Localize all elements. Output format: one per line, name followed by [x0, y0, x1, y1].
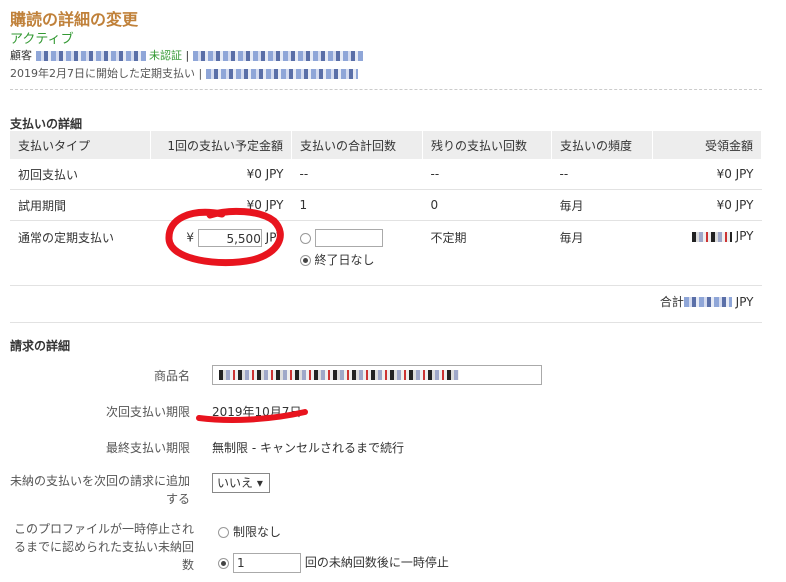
- total-label: 合計: [659, 294, 684, 309]
- no-end-radio[interactable]: [299, 255, 311, 266]
- header-divider: [10, 89, 762, 90]
- col-total-count: 支払いの合計回数: [291, 131, 423, 159]
- separator: |: [185, 49, 190, 62]
- product-name-input[interactable]: [212, 365, 542, 385]
- customer-line: 顧客 未認証 |: [10, 47, 363, 63]
- payment-table: 支払いタイプ 1回の支払い予定金額 支払いの合計回数 残りの支払い回数 支払いの…: [10, 131, 762, 316]
- started-text: 2019年2月7日に開始した定期支払い: [10, 67, 195, 80]
- no-limit-option: 制限なし: [218, 523, 281, 540]
- customer-label: 顧客: [10, 49, 32, 62]
- started-line: 2019年2月7日に開始した定期支払い |: [10, 65, 358, 81]
- section-divider: [10, 322, 762, 323]
- col-frequency: 支払いの頻度: [551, 131, 653, 159]
- suspend-suffix: 回の未納回数後に一時停止: [304, 555, 449, 570]
- last-payment-label: 最終支払い期限: [105, 441, 190, 455]
- no-limit-label: 制限なし: [233, 525, 282, 539]
- unverified-badge: 未認証: [149, 49, 182, 62]
- suspend-label: このプロファイルが一時停止されるまでに認められた支払い未納回数: [13, 522, 194, 572]
- suspend-count-option: 1 回の未納回数後に一時停止: [218, 553, 449, 573]
- redacted-customer-name: [35, 51, 146, 61]
- add-unpaid-select[interactable]: いいえ ▾: [212, 473, 270, 493]
- last-payment-value: 無制限 - キャンセルされるまで続行: [212, 441, 404, 455]
- redacted-total-amount: [683, 297, 732, 307]
- next-payment-label: 次回支払い期限: [105, 405, 190, 419]
- next-payment-date: 2019年10月7日: [212, 405, 302, 419]
- col-amount: 1回の支払い予定金額: [150, 131, 292, 159]
- col-received: 受領金額: [652, 131, 762, 159]
- product-label: 商品名: [153, 369, 190, 383]
- page-title: 購読の詳細の変更: [10, 10, 139, 29]
- redacted-customer-email: [192, 51, 363, 61]
- add-unpaid-label: 未納の支払いを次回の請求に追加する: [10, 474, 191, 506]
- redacted-profile-id: [205, 69, 358, 79]
- payment-section-title: 支払いの詳細: [10, 117, 83, 131]
- no-limit-radio[interactable]: [218, 527, 229, 538]
- suspend-count-input[interactable]: 1: [233, 553, 301, 573]
- billing-section-title: 請求の詳細: [10, 339, 71, 353]
- table-row: 通常の定期支払い ¥ 5,500 JPY 終了日なし 不定期 毎月 JPY: [10, 220, 762, 286]
- no-end-label: 終了日なし: [314, 253, 375, 267]
- count-radio[interactable]: [299, 232, 311, 244]
- table-row: 初回支払い ¥0 JPY -- -- -- ¥0 JPY: [10, 159, 762, 190]
- col-type: 支払いタイプ: [10, 131, 151, 159]
- redacted-received-amount: [691, 231, 732, 242]
- total-row: 合計 JPY: [659, 294, 754, 309]
- redacted-product-name: [219, 370, 459, 380]
- count-input[interactable]: [314, 229, 383, 247]
- status-label: アクティブ: [10, 32, 74, 47]
- amount-input[interactable]: 5,500: [197, 229, 262, 247]
- count-cell: 終了日なし: [291, 220, 423, 286]
- table-row: 試用期間 ¥0 JPY 1 0 毎月 ¥0 JPY: [10, 189, 762, 221]
- amount-cell: ¥ 5,500 JPY: [150, 220, 292, 286]
- col-remaining: 残りの支払い回数: [422, 131, 552, 159]
- suspend-count-radio[interactable]: [218, 557, 229, 569]
